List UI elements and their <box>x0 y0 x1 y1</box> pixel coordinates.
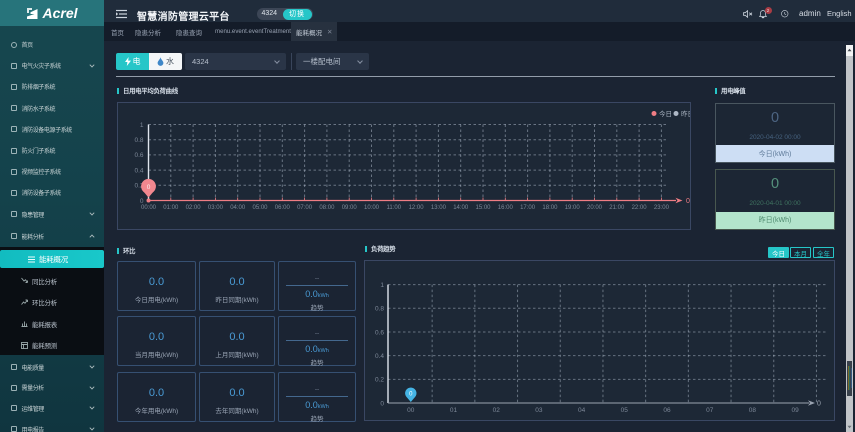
svg-text:0.2: 0.2 <box>375 377 384 384</box>
svg-text:18:00: 18:00 <box>542 205 558 211</box>
svg-text:0.8: 0.8 <box>375 306 384 313</box>
svg-text:08:00: 08:00 <box>319 205 335 211</box>
svg-text:12:00: 12:00 <box>409 205 425 211</box>
svg-text:0.4: 0.4 <box>375 353 384 360</box>
svg-text:1: 1 <box>380 282 384 289</box>
svg-text:16:00: 16:00 <box>498 205 514 211</box>
svg-text:01: 01 <box>450 407 458 414</box>
svg-text:23:00: 23:00 <box>654 205 670 211</box>
svg-text:14:00: 14:00 <box>453 205 469 211</box>
svg-text:昨日: 昨日 <box>681 109 690 118</box>
svg-text:09: 09 <box>791 407 799 414</box>
svg-text:04:00: 04:00 <box>230 205 246 211</box>
svg-text:03:00: 03:00 <box>208 205 224 211</box>
svg-text:21:00: 21:00 <box>609 205 625 211</box>
svg-text:03: 03 <box>535 407 543 414</box>
svg-text:08: 08 <box>749 407 757 414</box>
svg-text:20:00: 20:00 <box>587 205 603 211</box>
svg-text:13:00: 13:00 <box>431 205 447 211</box>
svg-text:07:00: 07:00 <box>297 205 313 211</box>
svg-text:0: 0 <box>686 198 690 205</box>
svg-text:10:00: 10:00 <box>364 205 380 211</box>
svg-text:1: 1 <box>140 122 144 129</box>
svg-text:0.6: 0.6 <box>375 329 384 336</box>
svg-text:今日: 今日 <box>659 109 672 118</box>
svg-text:15:00: 15:00 <box>475 205 491 211</box>
svg-text:02: 02 <box>493 407 501 414</box>
svg-text:07: 07 <box>706 407 714 414</box>
svg-text:0: 0 <box>140 198 144 205</box>
svg-text:0: 0 <box>380 400 384 407</box>
svg-text:06: 06 <box>663 407 671 414</box>
svg-text:22:00: 22:00 <box>632 205 648 211</box>
svg-text:02:00: 02:00 <box>186 205 202 211</box>
svg-text:19:00: 19:00 <box>565 205 581 211</box>
svg-text:04: 04 <box>578 407 586 414</box>
svg-text:00: 00 <box>407 407 415 414</box>
svg-text:11:00: 11:00 <box>387 205 402 211</box>
svg-text:0.4: 0.4 <box>134 167 143 174</box>
svg-text:01:00: 01:00 <box>163 205 179 211</box>
svg-text:06:00: 06:00 <box>275 205 291 211</box>
svg-text:0.6: 0.6 <box>134 152 143 159</box>
svg-text:05: 05 <box>621 407 629 414</box>
svg-text:0.8: 0.8 <box>134 137 143 144</box>
svg-text:0: 0 <box>147 184 151 191</box>
svg-text:0: 0 <box>817 401 821 408</box>
svg-text:05:00: 05:00 <box>252 205 268 211</box>
svg-text:00:00: 00:00 <box>141 205 157 211</box>
svg-text:09:00: 09:00 <box>342 205 358 211</box>
svg-text:17:00: 17:00 <box>520 205 536 211</box>
